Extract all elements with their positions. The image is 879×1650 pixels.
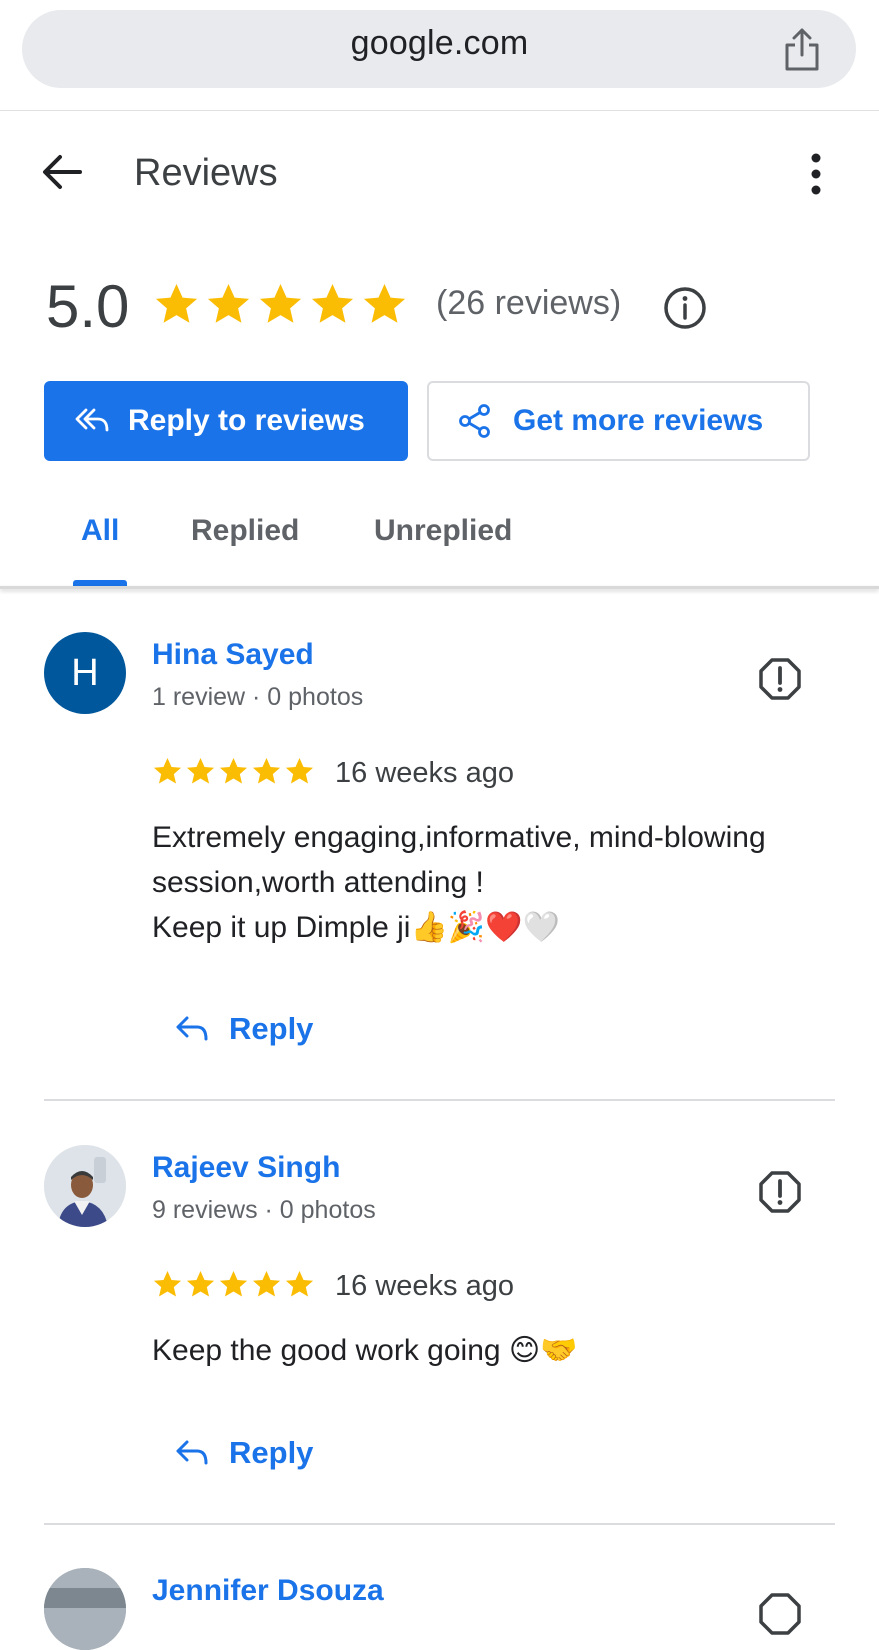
review-divider [44,1099,835,1101]
review-stars [152,1269,315,1300]
star-icon [219,757,248,784]
more-vert-icon[interactable] [808,152,824,196]
get-more-reviews-button[interactable]: Get more reviews [427,381,810,461]
star-icon [186,1270,215,1297]
browser-divider [0,110,879,111]
review-stars [152,756,315,787]
reply-to-reviews-label: Reply to reviews [128,404,365,437]
review-time: 16 weeks ago [335,757,514,789]
star-icon [153,757,182,784]
reply-label: Reply [229,1011,314,1046]
tab-replied[interactable]: Replied [191,514,299,548]
star-icon [285,757,314,784]
review-text: Keep the good work going 😊🤝 [152,1334,578,1367]
report-icon[interactable] [758,657,802,701]
reviewer-name[interactable]: Jennifer Dsouza [152,1574,384,1608]
report-icon[interactable] [758,1170,802,1214]
profile-photo [44,1145,126,1227]
star-icon [252,1270,281,1297]
review-text: Extremely engaging,informative, mind-blo… [152,821,766,944]
star-icon [207,283,250,323]
info-icon[interactable] [663,286,707,330]
average-rating: 5.0 [46,273,130,340]
review-divider [44,1523,835,1525]
star-icon [363,283,406,323]
report-icon[interactable] [758,1592,802,1636]
reply-label: Reply [229,1435,314,1470]
share-nodes-icon [459,404,490,438]
reply-all-icon [75,408,109,432]
star-icon [153,1270,182,1297]
profile-photo [44,1568,126,1650]
star-icon [311,283,354,323]
star-icon [252,757,281,784]
review-time: 16 weeks ago [335,1270,514,1302]
avatar[interactable] [44,1145,126,1227]
avatar[interactable]: H [44,632,126,714]
reply-to-reviews-button[interactable]: Reply to reviews [44,381,408,461]
url-text[interactable]: google.com [0,24,879,63]
avatar[interactable] [44,1568,126,1650]
tab-all[interactable]: All [81,514,119,548]
star-icon [186,757,215,784]
reply-icon [176,1016,208,1041]
arrow-back-icon[interactable] [40,150,84,194]
review-count: (26 reviews) [436,284,622,322]
star-icon [285,1270,314,1297]
reply-button[interactable]: Reply [175,1011,313,1047]
reviewer-meta: 9 reviews · 0 photos [152,1196,376,1224]
rating-stars [153,281,408,328]
reviewer-name[interactable]: Rajeev Singh [152,1151,340,1185]
reviewer-name[interactable]: Hina Sayed [152,638,314,672]
reply-button[interactable]: Reply [175,1435,313,1471]
tabs-divider [0,586,879,589]
tab-unreplied[interactable]: Unreplied [374,514,512,548]
get-more-reviews-label: Get more reviews [513,404,764,437]
star-icon [219,1270,248,1297]
page-title: Reviews [134,152,278,194]
reviewer-meta: 1 review · 0 photos [152,683,364,711]
share-icon[interactable] [782,28,822,72]
reply-icon [176,1440,208,1465]
star-icon [155,283,198,323]
star-icon [259,283,302,323]
